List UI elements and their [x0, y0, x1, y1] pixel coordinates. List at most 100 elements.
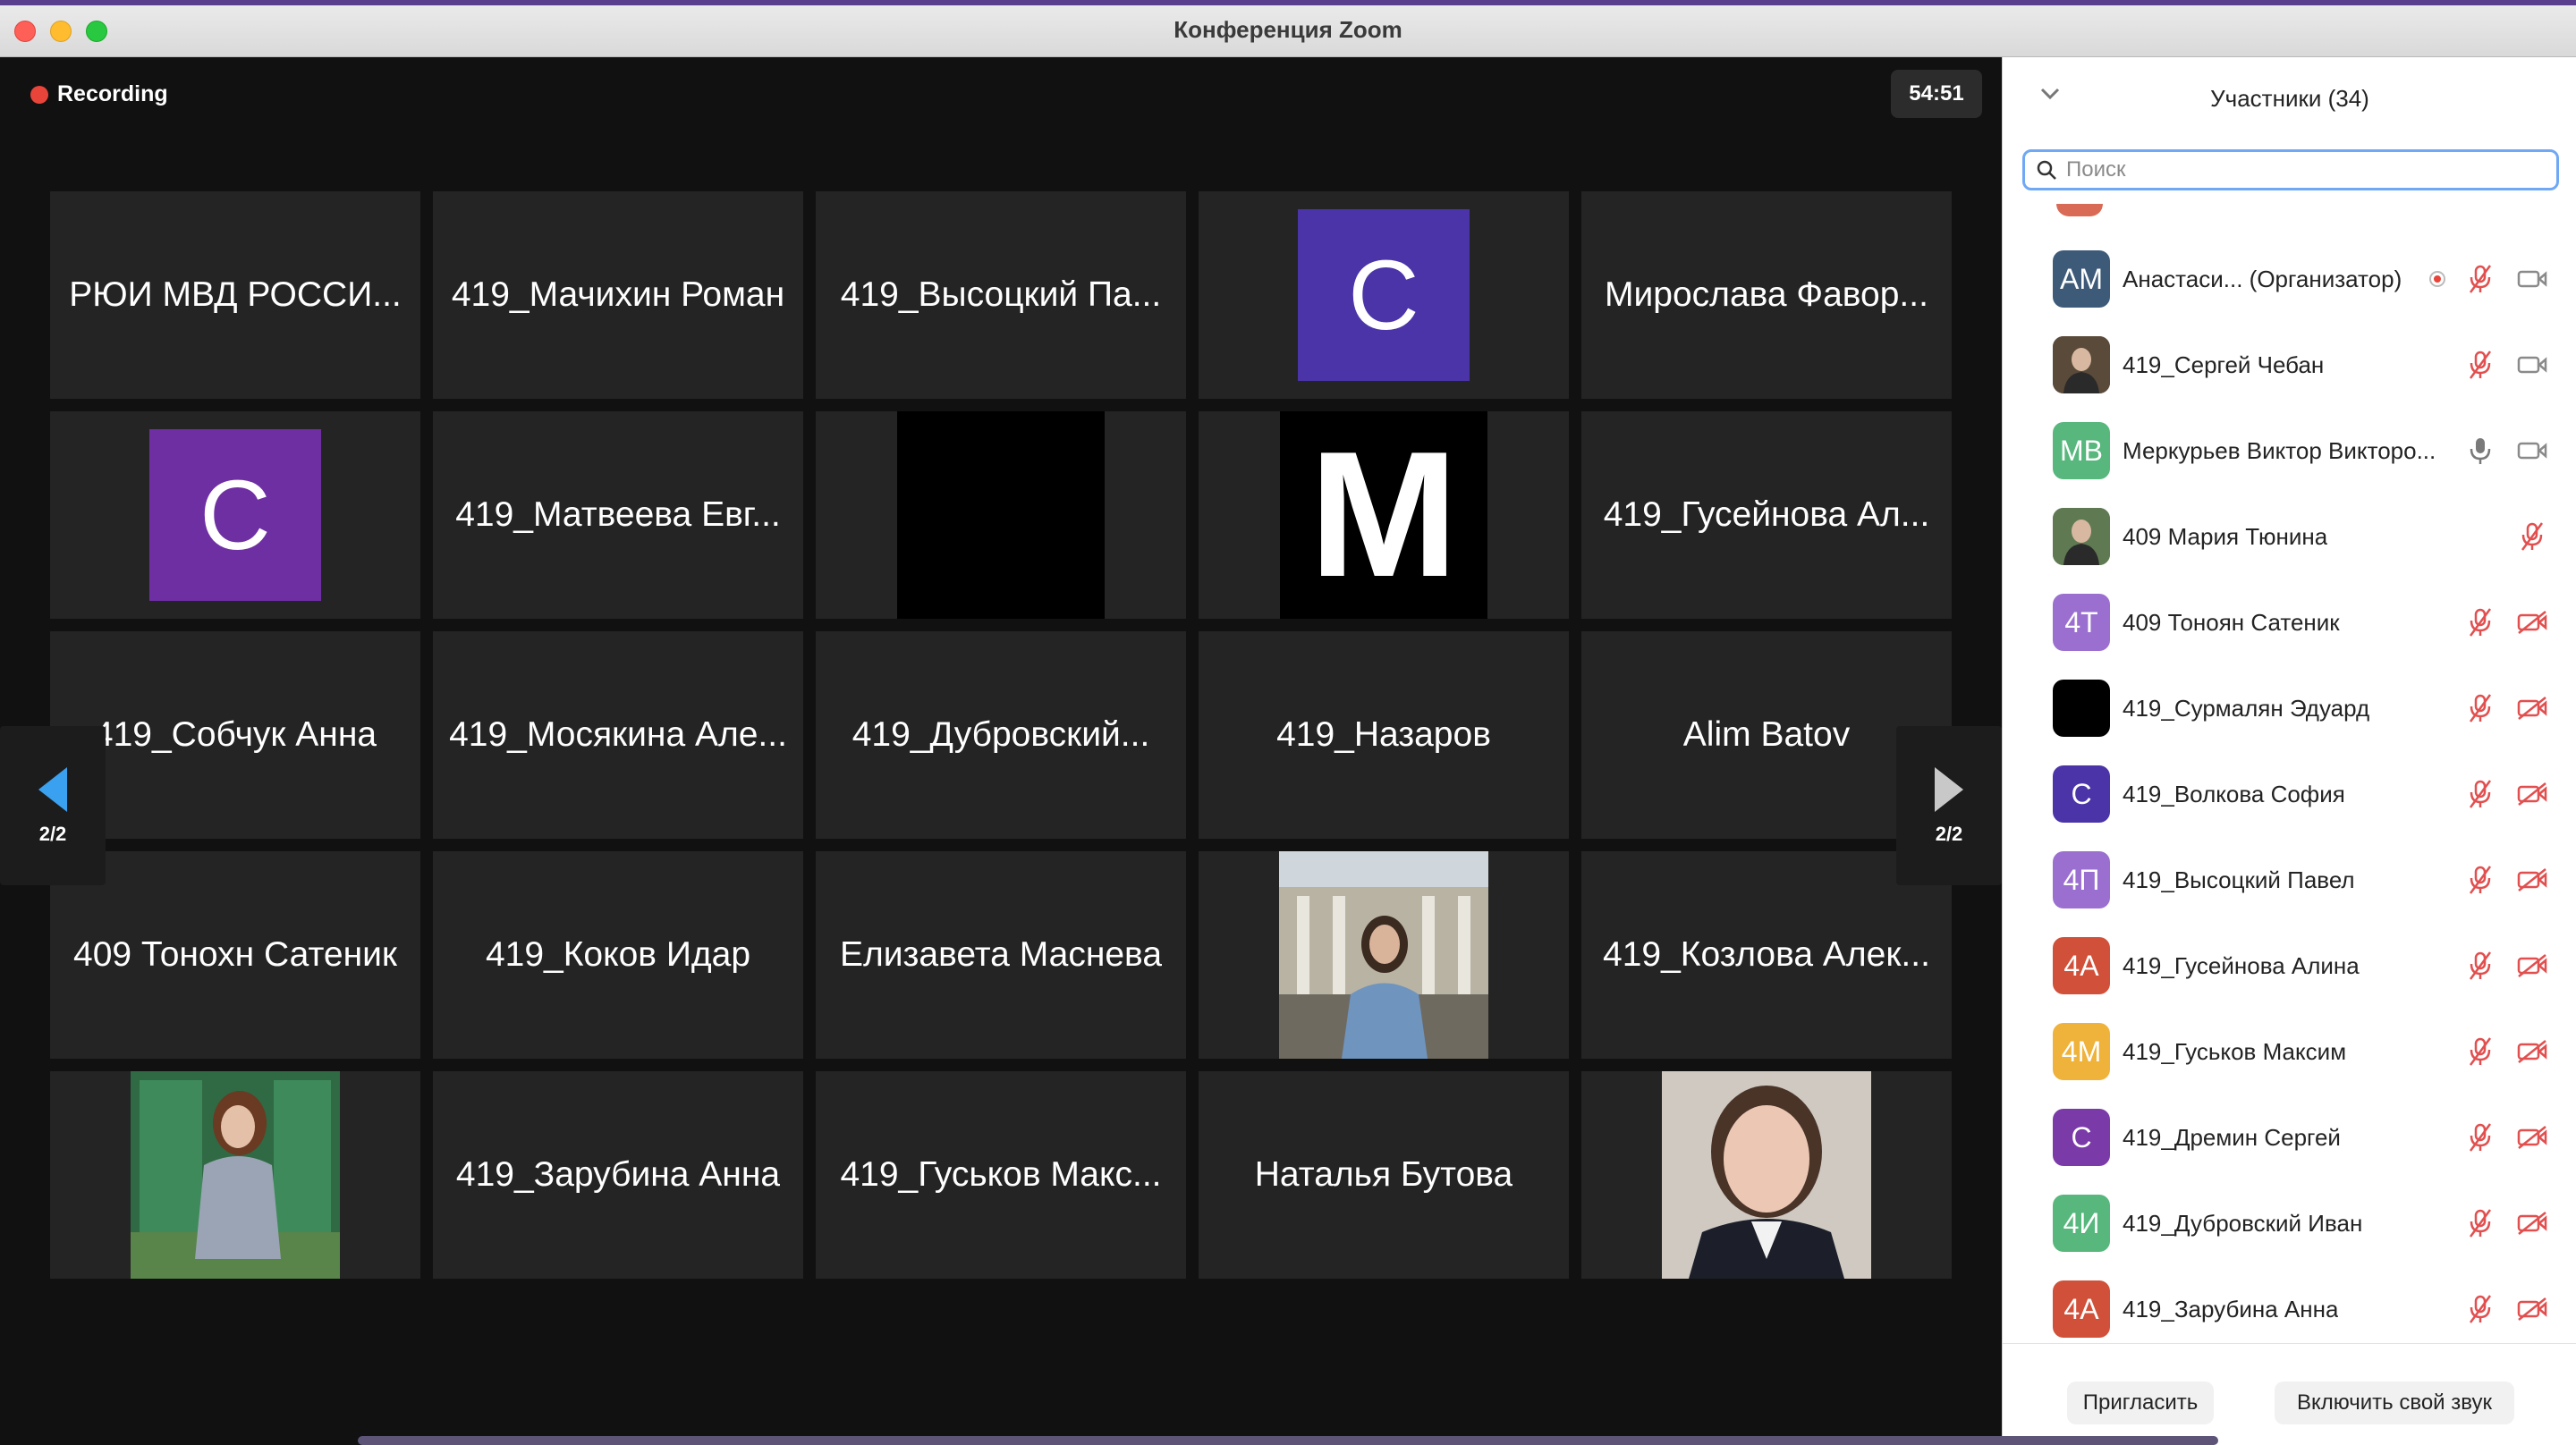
- recording-indicator[interactable]: Recording: [30, 81, 168, 107]
- video-tile[interactable]: 419_Коков Идар: [433, 851, 803, 1059]
- video-off-icon[interactable]: [2514, 1034, 2550, 1069]
- video-off-icon[interactable]: [2514, 1291, 2550, 1327]
- mic-muted-icon[interactable]: [2462, 862, 2498, 898]
- page-indicator-left: 2/2: [38, 823, 67, 845]
- participant-row[interactable]: 4T 409 Тоноян Сатеник: [2003, 579, 2576, 665]
- participant-row[interactable]: C 419_Волкова София: [2003, 751, 2576, 837]
- video-tile[interactable]: M: [1199, 411, 1569, 619]
- mic-muted-icon[interactable]: [2462, 1205, 2498, 1241]
- participant-name: Наталья Бутова: [1254, 1155, 1513, 1194]
- participant-row[interactable]: 4А 419_Гусейнова Алина: [2003, 923, 2576, 1009]
- mic-muted-icon[interactable]: [2462, 1120, 2498, 1155]
- avatar: 4М: [2053, 1023, 2110, 1080]
- participants-panel: Участники (34) AM Анастаси... (Организато…: [2002, 57, 2576, 1445]
- video-tile[interactable]: C: [1199, 191, 1569, 399]
- participant-name: 419_Матвеева Евг...: [455, 495, 781, 534]
- video-tile[interactable]: [1581, 1071, 1952, 1279]
- participant-row[interactable]: 4М 419_Гуськов Максим: [2003, 1009, 2576, 1094]
- video-off-icon[interactable]: [2514, 1120, 2550, 1155]
- search-input[interactable]: [2066, 157, 2513, 182]
- mic-muted-icon[interactable]: [2462, 690, 2498, 726]
- participants-title: Участники (34): [2210, 85, 2369, 112]
- video-tile[interactable]: 419_Зарубина Анна: [433, 1071, 803, 1279]
- mic-icon[interactable]: [2462, 433, 2498, 469]
- participant-row[interactable]: MB Меркурьев Виктор Викторо...: [2003, 408, 2576, 494]
- video-tile[interactable]: 419_Матвеева Евг...: [433, 411, 803, 619]
- video-tile[interactable]: [1199, 851, 1569, 1059]
- participant-name: Меркурьев Виктор Викторо...: [2123, 436, 2436, 464]
- participant-row[interactable]: 4П 419_Высоцкий Павел: [2003, 837, 2576, 923]
- video-tile[interactable]: 419_Собчук Анна: [50, 631, 420, 839]
- participant-row[interactable]: 409 Мария Тюнина: [2003, 494, 2576, 579]
- video-tile[interactable]: 409 Тонохн Сатеник: [50, 851, 420, 1059]
- participant-name: 419_Волкова София: [2123, 780, 2345, 807]
- video-tile[interactable]: Елизавета Маснева: [816, 851, 1186, 1059]
- participant-name: 419_Гуськов Макс...: [840, 1155, 1162, 1194]
- video-off-icon[interactable]: [2514, 862, 2550, 898]
- mic-muted-icon[interactable]: [2462, 776, 2498, 812]
- participant-row[interactable]: C 419_Дремин Сергей: [2003, 1094, 2576, 1180]
- participant-name: 409 Мария Тюнина: [2123, 522, 2328, 550]
- participant-row[interactable]: 419_Сурмалян Эдуард: [2003, 665, 2576, 751]
- video-off-icon[interactable]: [2514, 690, 2550, 726]
- mic-muted-icon[interactable]: [2514, 519, 2550, 554]
- video-tile[interactable]: 419_Мачихин Роман: [433, 191, 803, 399]
- participant-row[interactable]: 4И 419_Дубровский Иван: [2003, 1180, 2576, 1266]
- video-tile[interactable]: [816, 411, 1186, 619]
- participant-search[interactable]: [2022, 149, 2559, 190]
- mic-muted-icon[interactable]: [2462, 1291, 2498, 1327]
- avatar: C: [2053, 1109, 2110, 1166]
- video-tile[interactable]: 419_Высоцкий Па...: [816, 191, 1186, 399]
- video-gallery: Recording 54:51 РЮИ МВД РОССИ... 419_Мачи…: [0, 57, 2002, 1445]
- participant-name: Мирослава Фавор...: [1605, 275, 1928, 314]
- photo-woman-building: [1279, 851, 1488, 1059]
- video-tile[interactable]: РЮИ МВД РОССИ...: [50, 191, 420, 399]
- avatar: 4А: [2053, 1280, 2110, 1338]
- video-off-icon[interactable]: [2514, 948, 2550, 984]
- participant-name: 419_Зарубина Анна: [2123, 1295, 2339, 1322]
- meeting-timer: 54:51: [1891, 70, 1982, 118]
- mic-muted-icon[interactable]: [2462, 347, 2498, 383]
- video-camera-icon[interactable]: [2514, 347, 2550, 383]
- photo-woman-uniform: [1662, 1071, 1871, 1279]
- mic-muted-icon[interactable]: [2462, 1034, 2498, 1069]
- participant-row[interactable]: 4А 419_Зарубина Анна: [2003, 1266, 2576, 1352]
- invite-button[interactable]: Пригласить: [2067, 1382, 2214, 1424]
- avatar: 4П: [2053, 851, 2110, 908]
- video-tile[interactable]: Мирослава Фавор...: [1581, 191, 1952, 399]
- unmute-self-button[interactable]: Включить свой звук: [2275, 1382, 2514, 1424]
- video-tile[interactable]: 419_Назаров: [1199, 631, 1569, 839]
- participant-name: 419_Козлова Алек...: [1603, 935, 1930, 974]
- video-tile[interactable]: C: [50, 411, 420, 619]
- video-off-icon[interactable]: [2514, 776, 2550, 812]
- participant-name: 419_Зарубина Анна: [455, 1155, 781, 1194]
- avatar: M: [1280, 411, 1487, 619]
- video-tile[interactable]: 419_Гуськов Макс...: [816, 1071, 1186, 1279]
- title-bar: Конференция Zoom: [0, 0, 2576, 57]
- video-off-icon[interactable]: [2514, 1205, 2550, 1241]
- video-tile[interactable]: Наталья Бутова: [1199, 1071, 1569, 1279]
- previous-page-button[interactable]: 2/2: [0, 726, 106, 885]
- mic-muted-icon[interactable]: [2462, 261, 2498, 297]
- participants-header: Участники (34): [2003, 57, 2576, 138]
- avatar: 4А: [2053, 937, 2110, 994]
- recording-label: Recording: [57, 81, 168, 106]
- participant-name: РЮИ МВД РОССИ...: [69, 275, 402, 314]
- avatar: [2053, 508, 2110, 565]
- video-off-icon[interactable]: [2514, 604, 2550, 640]
- mic-muted-icon[interactable]: [2462, 604, 2498, 640]
- video-camera-icon[interactable]: [2514, 433, 2550, 469]
- video-tile[interactable]: [50, 1071, 420, 1279]
- video-tile[interactable]: 419_Мосякина Але...: [433, 631, 803, 839]
- search-icon: [2037, 160, 2056, 180]
- video-camera-icon[interactable]: [2514, 261, 2550, 297]
- next-page-button[interactable]: 2/2: [1896, 726, 2002, 885]
- mic-muted-icon[interactable]: [2462, 948, 2498, 984]
- video-tile[interactable]: 419_Дубровский...: [816, 631, 1186, 839]
- participant-row[interactable]: AM Анастаси... (Организатор): [2003, 236, 2576, 322]
- participants-footer: Пригласить Включить свой звук: [2003, 1343, 2576, 1445]
- participant-row[interactable]: 419_Сергей Чебан: [2003, 322, 2576, 408]
- video-tile[interactable]: 419_Гусейнова Ал...: [1581, 411, 1952, 619]
- avatar: C: [2053, 765, 2110, 823]
- recording-dot-icon: [30, 85, 48, 104]
